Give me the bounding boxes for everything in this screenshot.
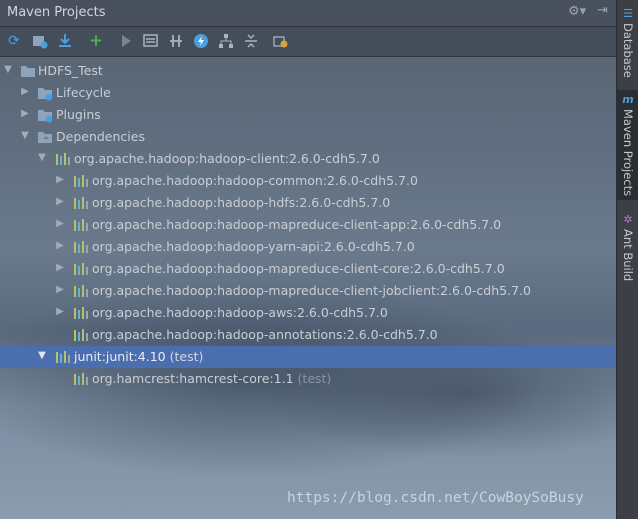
tree-node-label: org.apache.hadoop:hadoop-client:2.6.0-cd…	[74, 151, 380, 166]
run-icon[interactable]	[117, 32, 135, 50]
scope-label: (test)	[297, 371, 332, 386]
tree-node-label: org.apache.hadoop:hadoop-yarn-api:2.6.0-…	[92, 239, 415, 254]
tree-node-dependencies[interactable]: ▼ Dependencies	[0, 126, 616, 148]
tree-node-label: org.apache.hadoop:hadoop-hdfs:2.6.0-cdh5…	[92, 195, 391, 210]
side-tab-label: Database	[621, 23, 635, 78]
tree-node-label: org.hamcrest:hamcrest-core:1.1 (test)	[92, 371, 331, 386]
add-icon[interactable]: +	[87, 32, 105, 50]
plugins-folder-icon	[37, 107, 53, 123]
collapsed-arrow-icon[interactable]: ▶	[55, 218, 65, 229]
side-tab-ant[interactable]: ✲ Ant Build	[617, 210, 638, 281]
expand-arrow-icon[interactable]: ▼	[37, 152, 47, 163]
reimport-icon[interactable]: ⟳	[5, 32, 23, 50]
skip-tests-icon[interactable]	[167, 32, 185, 50]
generate-sources-icon[interactable]	[31, 32, 49, 50]
library-icon	[73, 261, 89, 277]
collapsed-arrow-icon[interactable]: ▶	[55, 262, 65, 273]
collapsed-arrow-icon[interactable]: ▶	[20, 108, 30, 119]
side-tab-label: Ant Build	[621, 229, 635, 282]
maven-icon: m	[622, 93, 634, 106]
tool-window-header: Maven Projects ⚙▾ ⇥	[0, 0, 616, 27]
collapse-all-icon[interactable]	[242, 32, 260, 50]
library-icon	[73, 239, 89, 255]
collapsed-arrow-icon[interactable]: ▶	[55, 284, 65, 295]
tree-node-label: org.apache.hadoop:hadoop-mapreduce-clien…	[92, 261, 505, 276]
collapsed-arrow-icon[interactable]: ▶	[55, 174, 65, 185]
artifact-name: org.hamcrest:hamcrest-core:1.1	[92, 371, 294, 386]
library-icon	[55, 349, 71, 365]
tree-node-hadoop-annotations[interactable]: org.apache.hadoop:hadoop-annotations:2.6…	[0, 324, 616, 346]
maven-projects-panel: Maven Projects ⚙▾ ⇥ ⟳ + ▼ HDFS_Test ▶ Li…	[0, 0, 616, 519]
library-icon	[55, 151, 71, 167]
tree-node-hadoop-hdfs[interactable]: ▶ org.apache.hadoop:hadoop-hdfs:2.6.0-cd…	[0, 192, 616, 214]
toggle-offline-icon[interactable]	[142, 32, 160, 50]
library-icon	[73, 371, 89, 387]
tree-node-plugins[interactable]: ▶ Plugins	[0, 104, 616, 126]
tree-node-junit[interactable]: ▼ junit:junit:4.10 (test)	[0, 346, 616, 368]
side-tab-database[interactable]: ☰ Database	[617, 4, 638, 78]
artifact-name: junit:junit:4.10	[74, 349, 166, 364]
maven-toolbar: ⟳ +	[0, 27, 616, 57]
side-tab-maven[interactable]: m Maven Projects	[617, 90, 638, 200]
settings-icon[interactable]	[272, 32, 290, 50]
download-icon[interactable]	[56, 32, 74, 50]
ant-icon: ✲	[623, 213, 633, 226]
collapsed-arrow-icon[interactable]: ▶	[55, 196, 65, 207]
library-icon	[73, 283, 89, 299]
tree-node-mapreduce-client-app[interactable]: ▶ org.apache.hadoop:hadoop-mapreduce-cli…	[0, 214, 616, 236]
expand-arrow-icon[interactable]: ▼	[3, 64, 13, 75]
library-icon	[73, 305, 89, 321]
tree-node-label: org.apache.hadoop:hadoop-mapreduce-clien…	[92, 217, 502, 232]
library-icon	[73, 217, 89, 233]
tree-node-label: org.apache.hadoop:hadoop-mapreduce-clien…	[92, 283, 531, 298]
collapsed-arrow-icon[interactable]: ▶	[20, 86, 30, 97]
tree-node-label: org.apache.hadoop:hadoop-annotations:2.6…	[92, 327, 438, 342]
tree-node-label: org.apache.hadoop:hadoop-common:2.6.0-cd…	[92, 173, 418, 188]
tree-node-mapreduce-client-jobclient[interactable]: ▶ org.apache.hadoop:hadoop-mapreduce-cli…	[0, 280, 616, 302]
tree-node-hadoop-client[interactable]: ▼ org.apache.hadoop:hadoop-client:2.6.0-…	[0, 148, 616, 170]
tree-node-hadoop-common[interactable]: ▶ org.apache.hadoop:hadoop-common:2.6.0-…	[0, 170, 616, 192]
tree-node-label: HDFS_Test	[38, 63, 103, 78]
watermark: https://blog.csdn.net/CowBoySoBusy	[287, 490, 584, 506]
tree-node-label: Lifecycle	[56, 85, 111, 100]
library-icon	[73, 173, 89, 189]
lifecycle-folder-icon	[37, 85, 53, 101]
tree-node-label: junit:junit:4.10 (test)	[74, 349, 203, 364]
tree-node-label: org.apache.hadoop:hadoop-aws:2.6.0-cdh5.…	[92, 305, 388, 320]
tree-node-hadoop-aws[interactable]: ▶ org.apache.hadoop:hadoop-aws:2.6.0-cdh…	[0, 302, 616, 324]
scope-label: (test)	[169, 349, 204, 364]
maven-module-icon	[20, 63, 36, 79]
database-icon: ☰	[623, 7, 633, 20]
collapsed-arrow-icon[interactable]: ▶	[55, 240, 65, 251]
execute-goal-icon[interactable]	[192, 32, 210, 50]
tree-node-label: Plugins	[56, 107, 101, 122]
library-icon	[73, 327, 89, 343]
expand-arrow-icon[interactable]: ▼	[20, 130, 30, 141]
tree-node-label: Dependencies	[56, 129, 145, 144]
tree-node-hamcrest[interactable]: org.hamcrest:hamcrest-core:1.1 (test)	[0, 368, 616, 390]
hide-panel-icon[interactable]: ⇥	[597, 3, 608, 18]
tree-node-lifecycle[interactable]: ▶ Lifecycle	[0, 82, 616, 104]
library-icon	[73, 195, 89, 211]
right-tool-strip: ☰ Database m Maven Projects ✲ Ant Build	[616, 0, 638, 519]
gear-icon[interactable]: ⚙▾	[568, 4, 586, 19]
panel-title: Maven Projects	[7, 5, 106, 20]
tree-node-yarn-api[interactable]: ▶ org.apache.hadoop:hadoop-yarn-api:2.6.…	[0, 236, 616, 258]
tree-node-root[interactable]: ▼ HDFS_Test	[0, 60, 616, 82]
show-dependencies-icon[interactable]	[217, 32, 235, 50]
expand-arrow-icon[interactable]: ▼	[37, 350, 47, 361]
dependencies-folder-icon	[37, 129, 53, 145]
collapsed-arrow-icon[interactable]: ▶	[55, 306, 65, 317]
side-tab-label: Maven Projects	[621, 109, 635, 197]
tree-node-mapreduce-client-core[interactable]: ▶ org.apache.hadoop:hadoop-mapreduce-cli…	[0, 258, 616, 280]
